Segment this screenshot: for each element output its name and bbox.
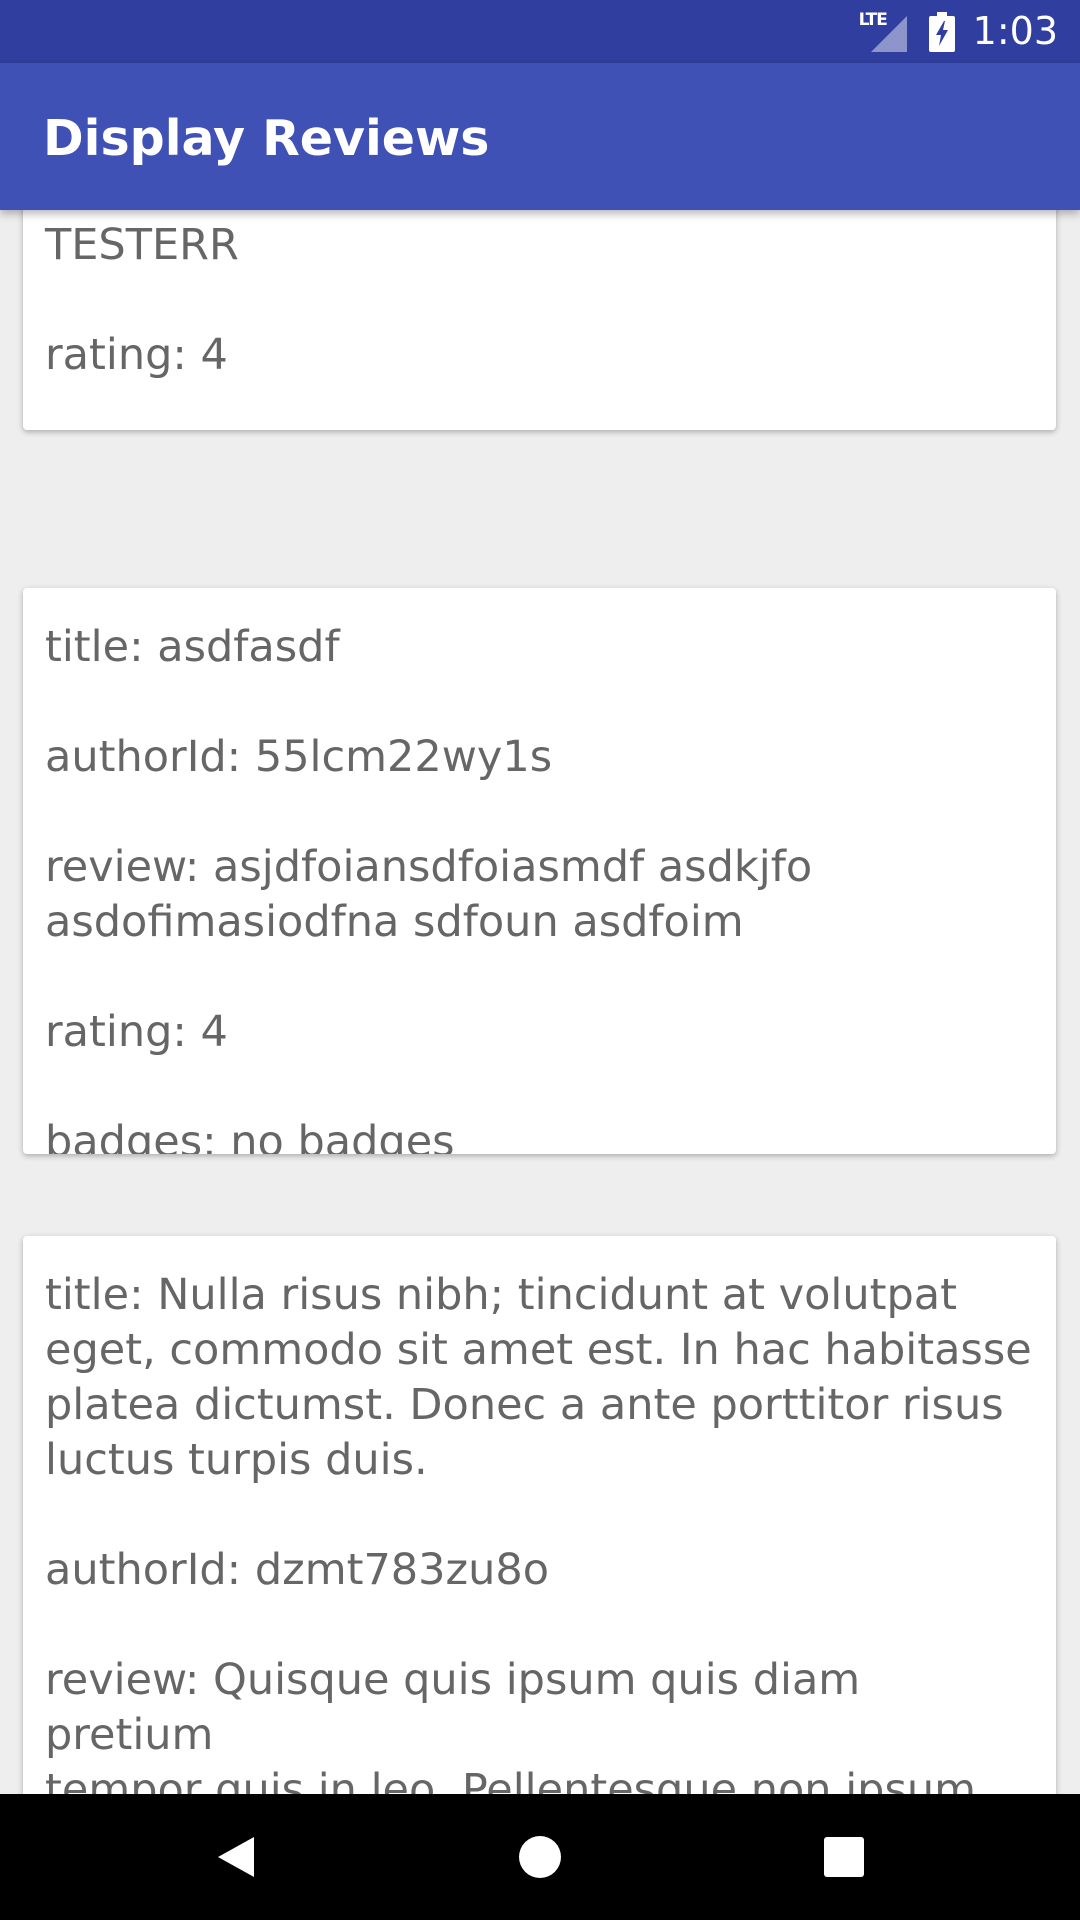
recents-button[interactable] — [781, 1794, 907, 1920]
battery-charging-icon — [928, 11, 955, 52]
review-text: TESTERRTESTERRV TESTERR rating: 4 badges… — [45, 210, 457, 380]
review-text: title: Nulla risus nibh; tincidunt at vo… — [45, 1270, 1032, 1794]
navigation-bar — [0, 1794, 1080, 1920]
status-bar: LTE 1:03 — [0, 0, 1080, 63]
home-button[interactable] — [477, 1794, 603, 1920]
page-title: Display Reviews — [43, 110, 490, 167]
lte-signal-icon: LTE — [858, 9, 911, 52]
clock: 1:03 — [972, 9, 1058, 53]
app-bar: Display Reviews — [0, 63, 1080, 210]
recents-icon — [824, 1837, 864, 1877]
review-card: title: asdfasdf authorId: 55lcm22wy1s re… — [23, 588, 1056, 1154]
status-icons: LTE 1:03 — [859, 0, 1058, 63]
network-type-label: LTE — [858, 9, 888, 30]
reviews-list[interactable]: TESTERRTESTERRV TESTERR rating: 4 badges… — [0, 210, 1080, 1794]
home-icon — [519, 1836, 561, 1878]
review-text: title: asdfasdf authorId: 55lcm22wy1s re… — [45, 622, 813, 1154]
review-card: TESTERRTESTERRV TESTERR rating: 4 badges… — [23, 210, 1056, 430]
back-button[interactable] — [173, 1794, 299, 1920]
review-card: title: Nulla risus nibh; tincidunt at vo… — [23, 1236, 1056, 1794]
back-icon — [218, 1837, 254, 1877]
